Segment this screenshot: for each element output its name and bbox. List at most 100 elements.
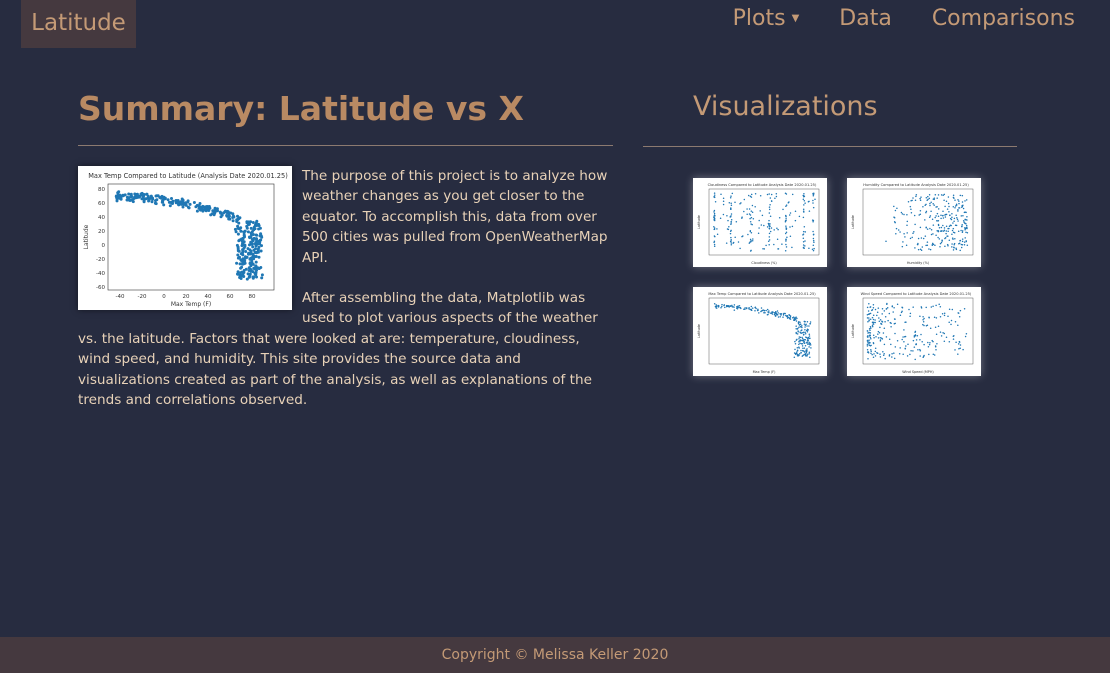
scatter-point (941, 239, 943, 241)
scatter-point (879, 353, 881, 355)
scatter-point (903, 341, 905, 343)
scatter-point (868, 339, 870, 341)
scatter-point (800, 339, 802, 342)
scatter-point (798, 340, 801, 342)
scatter-point (871, 325, 874, 328)
scatter-point (963, 227, 966, 229)
scatter-point (913, 214, 916, 217)
scatter-point (791, 316, 794, 319)
plot-title: Max Temp Compared to Latitude (Analysis … (88, 172, 288, 180)
nav-data-link[interactable]: Data (839, 0, 892, 40)
scatter-point (898, 352, 901, 355)
scatter-point (795, 320, 798, 322)
scatter-point (808, 335, 811, 337)
scatter-point (142, 200, 146, 204)
max-temp-plot-thumbnail[interactable]: Max Temp Compared to Latitude Analysis D… (693, 287, 827, 376)
scatter-point (750, 193, 753, 196)
scatter-point (868, 320, 870, 322)
scatter-point (725, 242, 728, 244)
scatter-point (231, 214, 235, 218)
scatter-point (930, 201, 932, 204)
scatter-point (953, 217, 956, 220)
scatter-point (928, 197, 931, 200)
scatter-point (918, 214, 920, 216)
scatter-point (758, 227, 760, 229)
thumb-title: Humidity Compared to Latitude Analysis D… (863, 183, 969, 187)
scatter-point (901, 306, 903, 309)
scatter-point (236, 249, 240, 253)
scatter-point (237, 221, 241, 225)
scatter-point (715, 304, 717, 306)
scatter-point (769, 215, 772, 217)
scatter-point (890, 322, 892, 325)
scatter-point (951, 308, 954, 311)
x-tick-label: 0 (162, 294, 166, 300)
scatter-point (965, 211, 967, 214)
scatter-point (871, 324, 874, 326)
cloudiness-plot-thumbnail[interactable]: Cloudiness Compared to Latitude Analysis… (693, 178, 827, 267)
scatter-point (727, 219, 729, 222)
scatter-point (965, 224, 968, 227)
scatter-point (869, 336, 872, 339)
scatter-point (881, 313, 883, 315)
scatter-point (768, 311, 770, 314)
scatter-point (749, 230, 752, 233)
scatter-point (716, 228, 718, 230)
scatter-point (919, 209, 922, 212)
scatter-point (236, 272, 239, 276)
wind-speed-plot-thumbnail[interactable]: Wind Speed Compared to Latitude Analysis… (847, 287, 981, 376)
scatter-point (919, 197, 921, 200)
scatter-point (733, 309, 736, 311)
scatter-point (965, 199, 968, 201)
nav-plots-dropdown[interactable]: Plots ▼ (733, 0, 800, 40)
scatter-point (794, 348, 796, 351)
scatter-point (922, 323, 924, 326)
scatter-point (870, 350, 872, 352)
scatter-point (943, 314, 946, 317)
scatter-point (789, 235, 792, 238)
scatter-point (895, 227, 898, 230)
scatter-point (933, 198, 935, 201)
scatter-point (239, 271, 243, 275)
scatter-point (960, 215, 963, 217)
scatter-point (802, 244, 805, 246)
thumb-title: Max Temp Compared to Latitude Analysis D… (708, 292, 816, 296)
scatter-point (936, 220, 938, 222)
scatter-point (933, 316, 936, 319)
scatter-point (888, 355, 891, 357)
scatter-point (902, 353, 904, 355)
scatter-point (254, 221, 258, 225)
scatter-point (928, 248, 930, 250)
scatter-point (921, 246, 924, 248)
humidity-plot-thumbnail[interactable]: Humidity Compared to Latitude Analysis D… (847, 178, 981, 267)
scatter-point (804, 354, 807, 356)
scatter-point (942, 224, 944, 227)
scatter-point (812, 237, 815, 240)
scatter-point (807, 339, 809, 342)
scatter-point (713, 225, 715, 228)
scatter-point (767, 222, 770, 225)
scatter-point (812, 202, 814, 204)
scatter-point (962, 215, 964, 217)
nav-comparisons-link[interactable]: Comparisons (932, 0, 1075, 40)
scatter-point (813, 192, 815, 194)
scatter-point (760, 307, 763, 309)
scatter-point (923, 324, 925, 327)
scatter-point (925, 210, 928, 213)
brand-link[interactable]: Latitude (21, 0, 136, 48)
scatter-point (730, 244, 733, 246)
summary-section: Summary: Latitude vs X Max Temp Compared… (78, 86, 613, 410)
scatter-point (773, 313, 776, 316)
scatter-point (750, 232, 753, 234)
scatter-point (876, 314, 878, 317)
scatter-point (748, 208, 751, 210)
scatter-point (127, 192, 131, 196)
scatter-point (735, 221, 738, 223)
scatter-point (937, 223, 940, 226)
scatter-point (950, 323, 952, 326)
scatter-point (770, 193, 773, 196)
scatter-point (754, 205, 756, 208)
scatter-point (868, 343, 870, 345)
scatter-point (812, 233, 815, 236)
scatter-point (155, 194, 159, 198)
